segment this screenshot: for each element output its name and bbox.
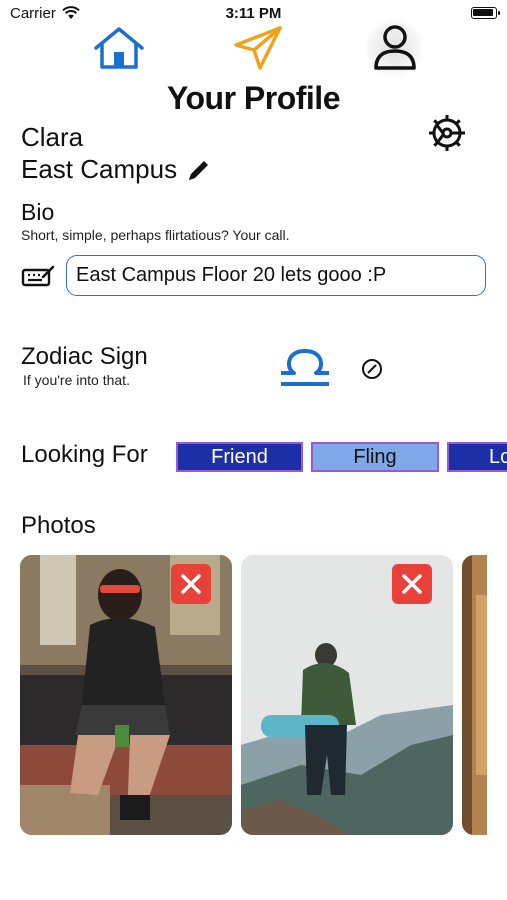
looking-for-option-partial[interactable]: Lo [447,442,507,472]
looking-for-option-friend[interactable]: Friend [176,442,303,472]
delete-photo-button[interactable] [392,564,432,604]
clock: 3:11 PM [225,5,282,22]
bio-label: Bio [21,199,55,225]
gear-icon[interactable] [426,112,468,154]
pencil-icon[interactable] [186,159,210,183]
bio-input[interactable] [66,255,486,296]
profile-campus: East Campus [21,154,178,184]
status-bar: Carrier 3:11 PM [0,0,507,28]
person-icon[interactable] [372,24,418,72]
keyboard-edit-icon [21,265,55,287]
photos-label: Photos [21,512,96,539]
zodiac-hint: If you're into that. [23,372,130,388]
photo-card-partial[interactable] [462,555,487,835]
bio-hint: Short, simple, perhaps flirtatious? Your… [21,227,290,243]
libra-icon[interactable] [278,345,332,389]
photo-card[interactable] [241,555,453,835]
looking-for-option-fling[interactable]: Fling [311,442,439,472]
battery-icon [471,7,500,19]
photo-image [462,555,487,835]
delete-photo-button[interactable] [171,564,211,604]
close-icon [181,574,201,594]
send-icon[interactable] [232,25,284,71]
zodiac-label: Zodiac Sign [21,343,148,370]
home-icon[interactable] [93,26,145,70]
close-icon [402,574,422,594]
looking-for-label: Looking For [21,441,148,468]
profile-name: Clara [21,122,84,152]
clear-zodiac-icon[interactable] [360,357,384,381]
photo-card[interactable] [20,555,232,835]
